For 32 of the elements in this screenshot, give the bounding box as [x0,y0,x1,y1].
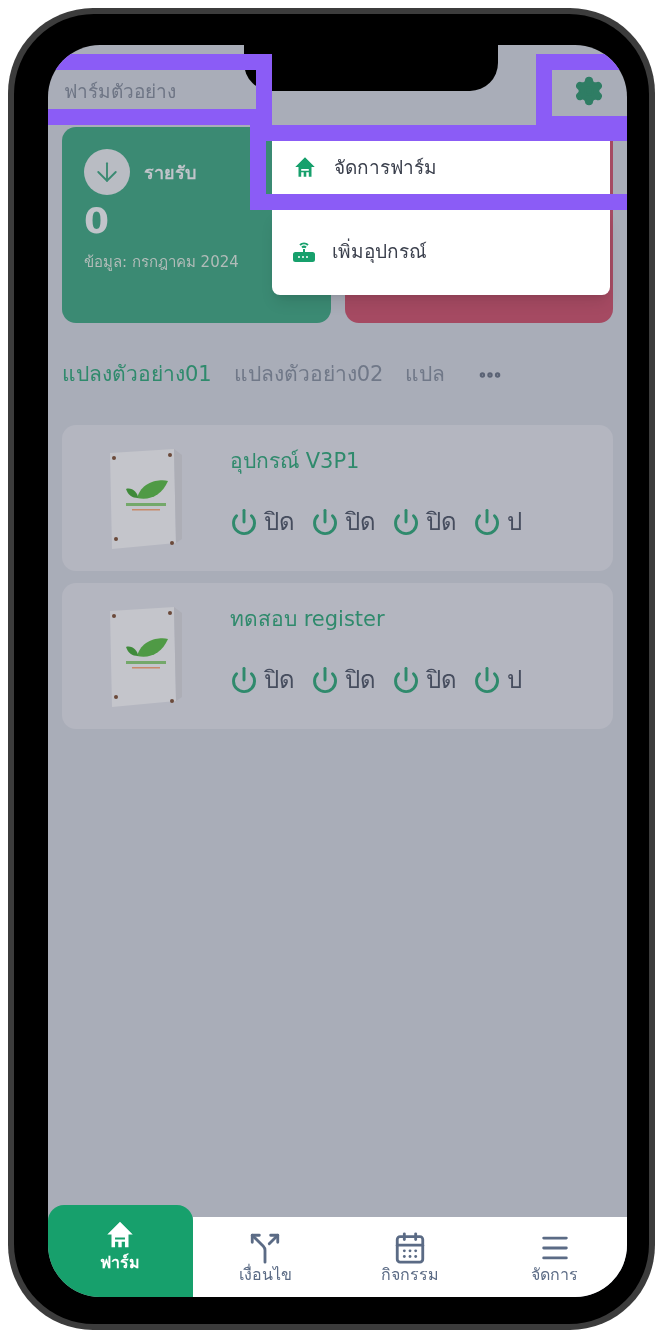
power-icon [473,665,501,694]
power-toggle[interactable]: ปิด [311,661,376,698]
power-icon [392,665,420,694]
menu-item[interactable]: เพิ่มอุปกรณ์ [272,210,610,295]
power-icon [230,665,258,694]
nav-tab[interactable]: จัดการ [482,1217,627,1297]
power-toggle[interactable]: ปิด [392,503,457,540]
power-toggle[interactable]: ปิด [392,661,457,698]
power-toggle[interactable]: ป [473,503,522,540]
nav-tab[interactable]: กิจกรรม [337,1217,483,1297]
card-value: 0 [84,203,111,239]
settings-icon [573,75,605,107]
farm-title: ฟาร์มตัวอย่าง [64,78,176,104]
card-label: รายรับ [144,160,196,185]
power-icon [392,507,420,536]
power-toggle[interactable]: ป [473,661,522,698]
power-icon [473,507,501,536]
menu-item[interactable]: จัดการฟาร์ม [272,141,610,194]
device-name: อุปกรณ์ V3P1 [230,448,361,476]
power-icon [230,507,258,536]
device-card[interactable]: อุปกรณ์ V3P1 ปิด ปิด ปิด ป [62,425,613,571]
nav-tab[interactable]: เงื่อนไข [192,1217,338,1297]
power-toggle[interactable]: ปิด [311,503,376,540]
power-icon [311,507,339,536]
power-toggle[interactable]: ปิด [230,503,295,540]
card-note: ข้อมูล: กรกฎาคม 2024 [84,252,240,273]
power-toggle[interactable]: ปิด [230,661,295,698]
arrow-down-icon [84,149,130,195]
device-name: ทดสอบ register [230,606,386,634]
nav-tab[interactable]: ฟาร์ม [48,1205,193,1297]
power-icon [311,665,339,694]
device-card[interactable]: ทดสอบ register ปิด ปิด ปิด ป [62,583,613,729]
